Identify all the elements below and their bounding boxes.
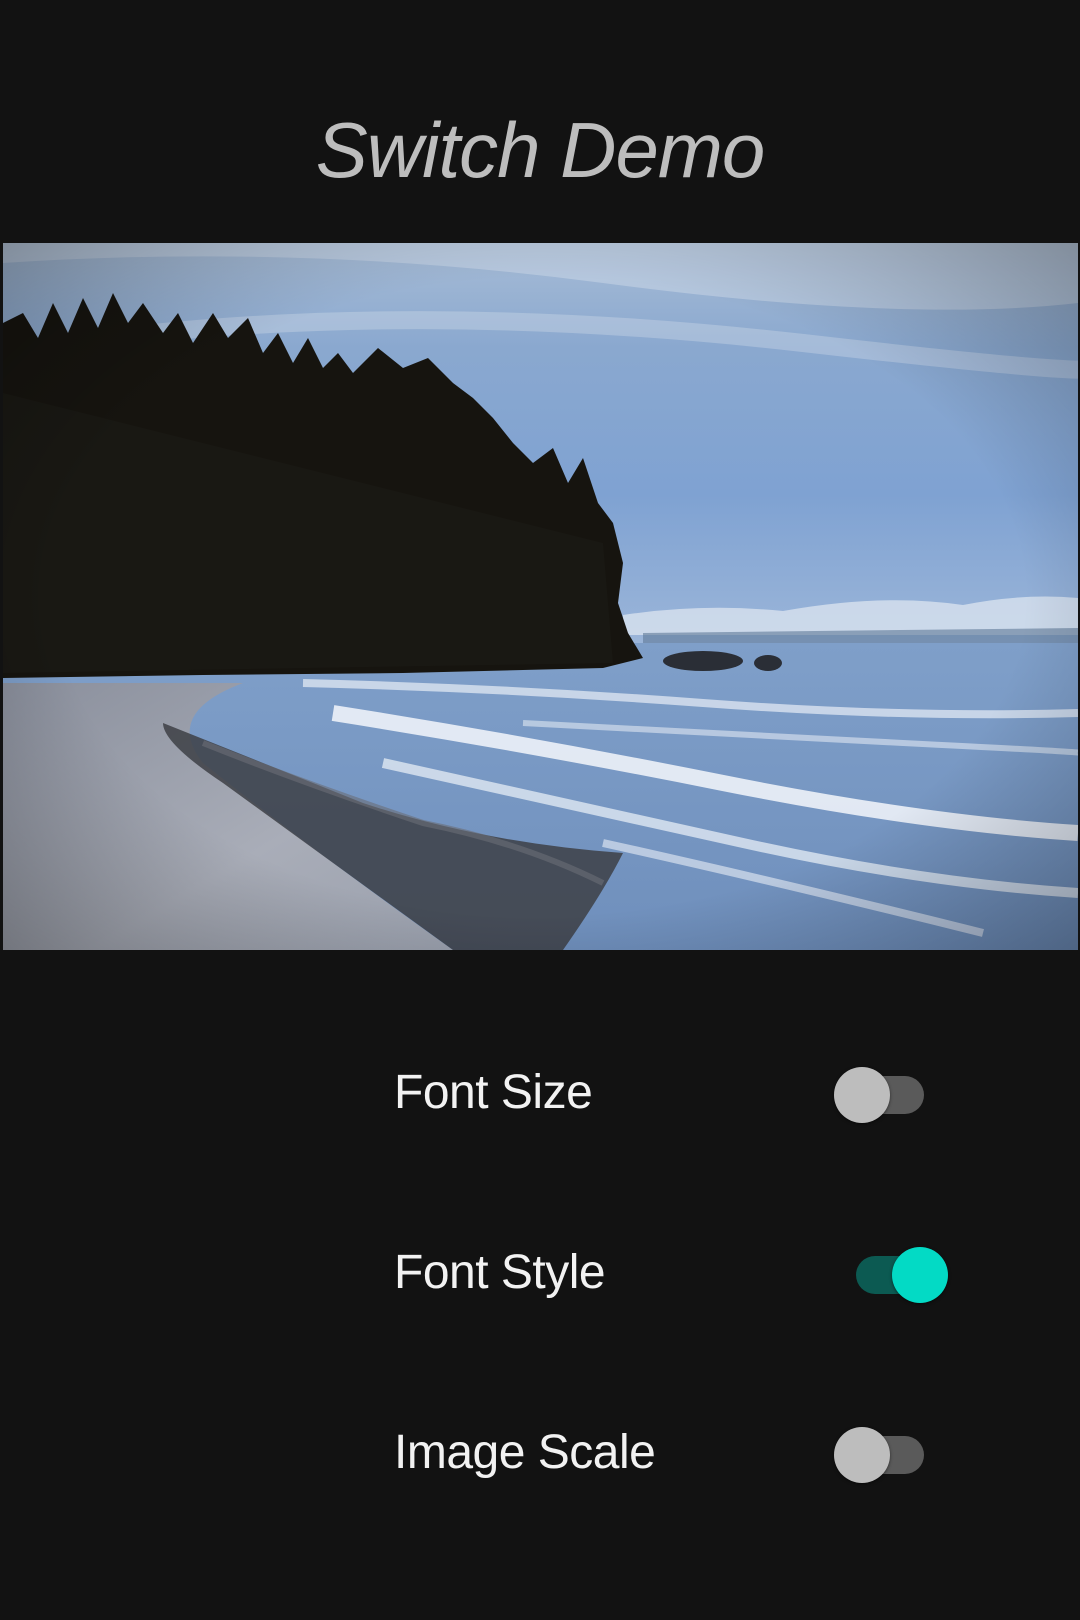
image-scale-switch[interactable] [834, 1427, 930, 1483]
font-style-switch[interactable] [856, 1247, 952, 1303]
font-size-switch[interactable] [834, 1067, 930, 1123]
switch-thumb [834, 1427, 890, 1483]
page-title: Switch Demo [315, 106, 765, 194]
switch-thumb [834, 1067, 890, 1123]
coastline-photo [3, 243, 1078, 950]
setting-row-image-scale: Image Scale [394, 1415, 954, 1495]
setting-row-font-size: Font Size [394, 1055, 954, 1135]
image-scale-label: Image Scale [394, 1426, 656, 1479]
font-style-label: Font Style [394, 1246, 606, 1299]
switch-thumb [892, 1247, 948, 1303]
font-size-label: Font Size [394, 1066, 593, 1119]
setting-row-font-style: Font Style [394, 1235, 954, 1315]
